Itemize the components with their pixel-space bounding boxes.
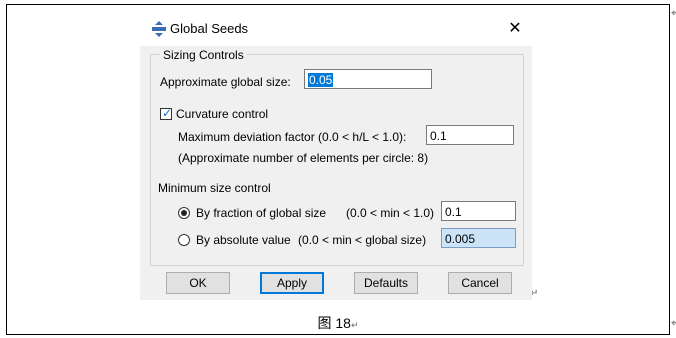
check-icon: ✓ <box>162 106 173 120</box>
close-icon: ✕ <box>508 20 522 37</box>
cell-end-mark-icon: ⌖ <box>671 318 676 329</box>
by-absolute-radio[interactable] <box>178 234 190 246</box>
global-seeds-dialog: Global Seeds ✕ Sizing Controls Approxima… <box>140 12 532 300</box>
document-table-cell-bottom: 图 18↵ <box>6 309 670 335</box>
paragraph-mark-icon: ↵ <box>350 320 359 330</box>
figure-caption-text: 图 18 <box>317 315 351 331</box>
by-fraction-label[interactable]: By fraction of global size <box>196 206 326 220</box>
defaults-button[interactable]: Defaults <box>354 272 418 294</box>
min-size-control-label: Minimum size control <box>158 181 271 195</box>
approx-global-size-label: Approximate global size: <box>160 75 291 89</box>
by-absolute-value: 0.005 <box>445 232 476 246</box>
dialog-title: Global Seeds <box>170 21 249 36</box>
ok-button[interactable]: OK <box>166 272 230 294</box>
sizing-controls-legend: Sizing Controls <box>160 48 247 62</box>
cell-end-mark-icon: ⌖ <box>671 8 676 19</box>
by-fraction-radio[interactable] <box>178 207 190 219</box>
by-fraction-input[interactable]: 0.1 <box>441 201 516 221</box>
approx-global-size-value: 0.05 <box>308 73 334 87</box>
by-fraction-range: (0.0 < min < 1.0) <box>346 206 435 220</box>
by-absolute-range: (0.0 < min < global size) <box>298 233 427 247</box>
approx-global-size-input[interactable]: 0.05 <box>304 69 432 89</box>
by-fraction-value: 0.1 <box>445 205 462 219</box>
max-deviation-value: 0.1 <box>430 129 447 143</box>
curvature-control-label[interactable]: Curvature control <box>176 107 268 121</box>
by-absolute-label[interactable]: By absolute value <box>196 233 291 247</box>
max-deviation-input[interactable]: 0.1 <box>426 125 514 145</box>
by-absolute-input[interactable]: 0.005 <box>441 228 516 248</box>
approx-elements-note: (Approximate number of elements per circ… <box>178 151 429 165</box>
dialog-titlebar[interactable]: Global Seeds ✕ <box>140 12 532 46</box>
radio-selected-dot <box>181 210 187 216</box>
apply-button[interactable]: Apply <box>260 272 324 294</box>
curvature-control-checkbox[interactable]: ✓ <box>160 106 173 120</box>
figure-caption: 图 18↵ <box>7 313 669 333</box>
seeds-icon <box>152 21 166 37</box>
cancel-button[interactable]: Cancel <box>448 272 512 294</box>
close-button[interactable]: ✕ <box>504 18 526 40</box>
max-deviation-label: Maximum deviation factor (0.0 < h/L < 1.… <box>178 130 407 144</box>
